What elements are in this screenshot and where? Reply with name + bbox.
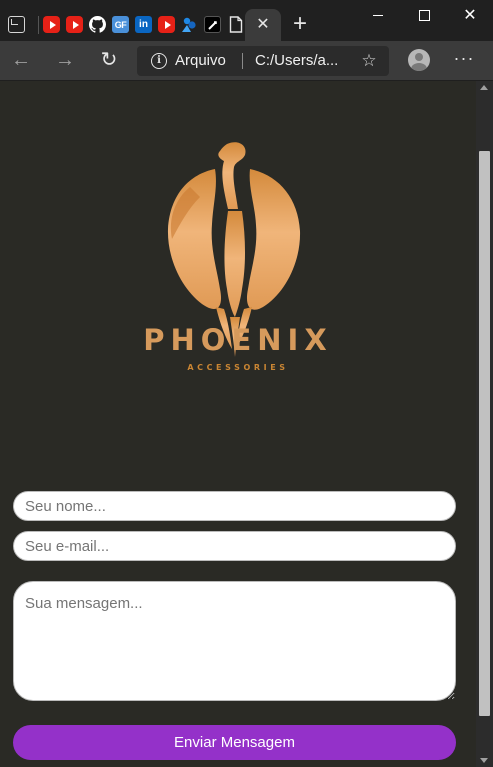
close-window-button[interactable]: ✕ <box>447 0 493 30</box>
page-scrollbar[interactable] <box>476 81 493 767</box>
scheme-label: Arquivo <box>175 52 226 69</box>
email-field[interactable] <box>13 531 456 561</box>
send-message-button[interactable]: Enviar Mensagem <box>13 725 456 760</box>
tab-actions-icon[interactable] <box>8 16 25 33</box>
tab-separator <box>38 16 39 34</box>
info-icon[interactable]: i <box>151 53 167 69</box>
message-field[interactable] <box>13 581 456 701</box>
youtube-icon[interactable] <box>158 16 175 33</box>
scrollbar-thumb[interactable] <box>479 151 490 716</box>
forward-button[interactable]: → <box>53 49 77 73</box>
more-options-icon[interactable]: ··· <box>452 49 476 73</box>
address-bar[interactable]: i Arquivo C:/Users/a... ☆ <box>137 46 389 76</box>
name-field[interactable] <box>13 491 456 521</box>
page-content: PHOENIX ACCESSORIES Enviar Mensagem <box>0 81 476 767</box>
active-tab[interactable]: ✕ <box>245 9 281 41</box>
linkedin-icon[interactable]: in <box>135 16 152 33</box>
gf-icon-label: GF <box>114 19 127 30</box>
scroll-up-icon[interactable] <box>480 85 488 90</box>
dark-app-icon[interactable] <box>204 16 221 33</box>
youtube-icon[interactable] <box>66 16 83 33</box>
brand-name: PHOENIX <box>143 323 333 357</box>
maximize-button[interactable] <box>401 0 447 30</box>
github-icon[interactable] <box>89 16 106 33</box>
linkedin-icon-label: in <box>139 19 148 30</box>
refresh-button[interactable]: ↻ <box>97 49 121 73</box>
brand-tagline: ACCESSORIES <box>187 363 289 372</box>
tab-close-icon[interactable]: ✕ <box>254 15 272 33</box>
minimize-button[interactable] <box>355 0 401 30</box>
tab-strip: GF in ✕ + ✕ <box>0 0 493 41</box>
back-button[interactable]: ← <box>9 49 33 73</box>
browser-window: GF in ✕ + ✕ ← → ↻ i Arquivo C:/Users/a..… <box>0 0 493 767</box>
profile-avatar[interactable] <box>408 49 430 71</box>
document-icon[interactable] <box>227 16 244 33</box>
youtube-icon[interactable] <box>43 16 60 33</box>
add-favorite-icon[interactable]: ☆ <box>359 51 379 71</box>
gf-icon[interactable]: GF <box>112 16 129 33</box>
new-tab-button[interactable]: + <box>289 12 311 36</box>
browser-toolbar: ← → ↻ i Arquivo C:/Users/a... ☆ ··· <box>0 41 493 81</box>
scroll-down-icon[interactable] <box>480 758 488 763</box>
url-text[interactable]: C:/Users/a... <box>255 52 338 69</box>
meridio-icon[interactable] <box>181 16 198 33</box>
address-separator <box>242 53 243 69</box>
